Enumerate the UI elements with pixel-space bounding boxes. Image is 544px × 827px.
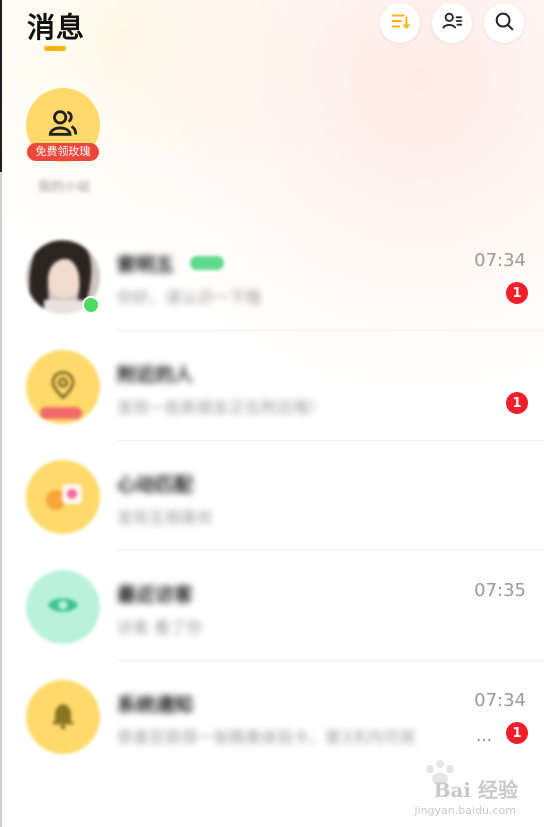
friends-entry[interactable]: 免费领玫瑰 我的小站	[26, 88, 102, 198]
eye-icon	[45, 587, 81, 627]
bell-icon	[47, 699, 79, 735]
watermark-brand: Bai 经验	[433, 778, 518, 802]
unread-badge: 1	[506, 392, 528, 414]
contacts-icon	[441, 10, 463, 36]
match-avatar	[26, 460, 100, 534]
user-tag	[190, 256, 224, 270]
conversation-name: 系统通知	[117, 694, 194, 716]
conversation-row[interactable]: 附近的人 发现一批新朋友正在附近哦！ 1	[0, 350, 544, 460]
conversation-preview: 你好，请认识一下哦	[117, 288, 262, 307]
conversation-preview: 发现一批新朋友正在附近哦！	[117, 398, 326, 417]
conversation-preview: 发现互相喜欢	[117, 508, 214, 527]
system-avatar	[26, 680, 100, 754]
preview-ellipsis: …	[476, 726, 492, 745]
conversation-name: 心动匹配	[117, 474, 194, 496]
friends-icon	[46, 106, 80, 144]
location-icon	[48, 370, 78, 404]
conversation-preview: 恭喜您获得一张精美体验卡，第3天内可用	[117, 728, 416, 747]
conversation-row[interactable]: 心动匹配 发现互相喜欢	[0, 460, 544, 570]
unread-badge: 1	[506, 722, 528, 744]
nearby-tag	[40, 407, 82, 419]
conversation-time: 07:34	[474, 690, 526, 711]
search-button[interactable]	[484, 3, 524, 43]
contacts-button[interactable]	[432, 3, 472, 43]
unread-badge: 1	[506, 282, 528, 304]
row-divider	[117, 550, 544, 551]
visitor-avatar	[26, 570, 100, 644]
heart-match-icon	[26, 484, 100, 534]
search-icon	[493, 10, 515, 36]
conversation-name: 附近的人	[117, 364, 194, 386]
conversation-row[interactable]: 最近访客 访客 看了你 07:35	[0, 570, 544, 680]
friends-label: 我的小站	[37, 180, 90, 195]
conversation-preview: 访客 看了你	[117, 618, 203, 637]
header: 消息	[0, 0, 544, 70]
row-divider	[117, 440, 544, 441]
sort-button[interactable]	[380, 3, 420, 43]
free-rose-badge: 免费领玫瑰	[27, 143, 99, 161]
conversation-name: 最近访客	[117, 584, 194, 606]
online-status-dot	[82, 296, 100, 314]
watermark-url: jingyan.baidu.com	[414, 804, 516, 817]
sort-icon	[389, 10, 411, 36]
conversation-time: 07:34	[474, 250, 526, 271]
conversation-name: 索明五	[117, 254, 175, 276]
conversation-row[interactable]: 索明五 你好，请认识一下哦 07:34 1	[0, 240, 544, 350]
page-title: 消息	[27, 11, 86, 44]
conversation-time: 07:35	[474, 580, 526, 601]
row-divider	[117, 330, 544, 331]
row-divider	[117, 660, 544, 661]
title-underline	[44, 46, 66, 51]
